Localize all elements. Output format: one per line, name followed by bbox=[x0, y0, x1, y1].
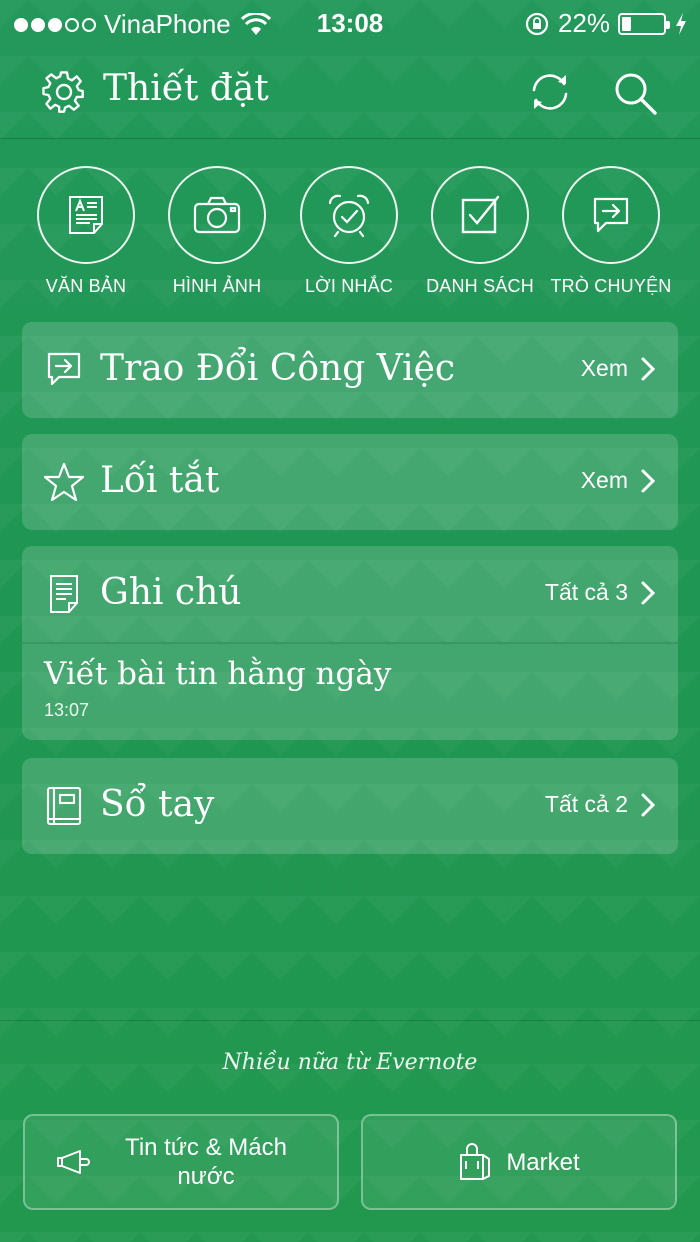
quick-action-label: HÌNH ẢNH bbox=[172, 276, 262, 296]
note-time: 13:07 bbox=[44, 700, 90, 720]
notes-title: Ghi chú bbox=[100, 572, 242, 613]
chevron-right-icon bbox=[641, 469, 656, 492]
quick-action-text[interactable]: VĂN BẢN bbox=[21, 166, 151, 297]
work-chat-icon bbox=[47, 352, 81, 386]
notebooks-row[interactable]: Sổ tay Tất cả 2 bbox=[22, 758, 678, 854]
quick-actions: VĂN BẢN HÌNH ẢNH LỜI NHẮC DANH SÁCH TRÒ … bbox=[0, 166, 700, 306]
chat-icon bbox=[593, 197, 629, 233]
more-from-evernote-text: Nhiều nữa từ Evernote bbox=[222, 1050, 478, 1075]
quick-action-list[interactable]: DANH SÁCH bbox=[415, 166, 545, 297]
notebook-icon bbox=[46, 786, 82, 826]
quick-action-circle[interactable] bbox=[37, 166, 135, 264]
alarm-clock-icon bbox=[328, 194, 370, 238]
note-icon bbox=[50, 575, 78, 613]
gear-icon[interactable] bbox=[42, 70, 86, 114]
quick-action-circle[interactable] bbox=[168, 166, 266, 264]
shortcuts-card[interactable]: Lối tắt Xem bbox=[22, 434, 678, 530]
notebooks-all-link[interactable]: Tất cả 2 bbox=[545, 791, 656, 818]
quick-action-camera[interactable]: HÌNH ẢNH bbox=[152, 166, 282, 297]
shortcuts-view-link[interactable]: Xem bbox=[581, 467, 656, 494]
work-chat-card[interactable]: Trao Đổi Công Việc Xem bbox=[22, 322, 678, 418]
horn-icon bbox=[57, 1150, 90, 1174]
chevron-right-icon bbox=[641, 581, 656, 604]
quick-action-reminder[interactable]: LỜI NHẮC bbox=[284, 166, 414, 297]
market-button[interactable]: Market bbox=[361, 1114, 677, 1210]
notes-row[interactable]: Ghi chú Tất cả 3 bbox=[22, 546, 678, 642]
search-icon[interactable] bbox=[612, 70, 658, 116]
shopping-bag-icon bbox=[460, 1143, 491, 1180]
camera-icon bbox=[193, 196, 241, 234]
status-right: 22% bbox=[524, 8, 688, 39]
chevron-right-icon bbox=[641, 793, 656, 816]
checkbox-icon bbox=[461, 195, 500, 234]
notes-card: Ghi chú Tất cả 3 Viết bài tin hằng ngày … bbox=[22, 546, 678, 740]
notebooks-title: Sổ tay bbox=[100, 784, 215, 825]
work-chat-title: Trao Đổi Công Việc bbox=[100, 348, 456, 389]
header: Thiết đặt bbox=[0, 46, 700, 139]
notes-all-label: Tất cả 3 bbox=[544, 579, 628, 605]
quick-action-label: LỜI NHẮC bbox=[304, 276, 394, 296]
quick-action-label: TRÒ CHUYỆN bbox=[550, 276, 672, 296]
charging-icon bbox=[676, 12, 686, 35]
notes-all-link[interactable]: Tất cả 3 bbox=[545, 579, 656, 606]
news-tips-label: Tin tức & Mách nước bbox=[125, 1134, 287, 1190]
quick-action-circle[interactable] bbox=[300, 166, 398, 264]
work-chat-view-label: Xem bbox=[580, 355, 628, 381]
battery-percent: 22% bbox=[557, 8, 610, 38]
battery-icon bbox=[618, 12, 670, 35]
shortcuts-view-label: Xem bbox=[580, 467, 628, 493]
notebooks-card[interactable]: Sổ tay Tất cả 2 bbox=[22, 758, 678, 854]
star-icon bbox=[44, 462, 84, 502]
quick-action-chat[interactable]: TRÒ CHUYỆN bbox=[546, 166, 676, 297]
sync-icon[interactable] bbox=[526, 68, 574, 116]
shortcuts-title: Lối tắt bbox=[100, 460, 220, 501]
quick-action-circle[interactable] bbox=[431, 166, 529, 264]
page-title: Thiết đặt bbox=[103, 68, 269, 109]
work-chat-row[interactable]: Trao Đổi Công Việc Xem bbox=[22, 322, 678, 418]
note-list-item[interactable]: Viết bài tin hằng ngày 13:07 bbox=[22, 642, 678, 740]
note-title: Viết bài tin hằng ngày bbox=[44, 656, 392, 692]
market-label: Market bbox=[506, 1148, 580, 1176]
footer-divider bbox=[0, 1020, 700, 1021]
quick-action-label: VĂN BẢN bbox=[45, 276, 127, 296]
notebooks-all-label: Tất cả 2 bbox=[544, 791, 628, 817]
status-bar: VinaPhone 13:08 22% bbox=[0, 0, 700, 46]
news-tips-button[interactable]: Tin tức & Mách nước bbox=[23, 1114, 339, 1210]
rotation-lock-icon bbox=[525, 12, 549, 35]
chevron-right-icon bbox=[641, 357, 656, 380]
work-chat-view-link[interactable]: Xem bbox=[581, 355, 656, 382]
quick-action-label: DANH SÁCH bbox=[426, 276, 534, 296]
shortcuts-row[interactable]: Lối tắt Xem bbox=[22, 434, 678, 530]
text-note-icon bbox=[69, 196, 103, 234]
battery-fill bbox=[622, 16, 631, 31]
quick-action-circle[interactable] bbox=[562, 166, 660, 264]
